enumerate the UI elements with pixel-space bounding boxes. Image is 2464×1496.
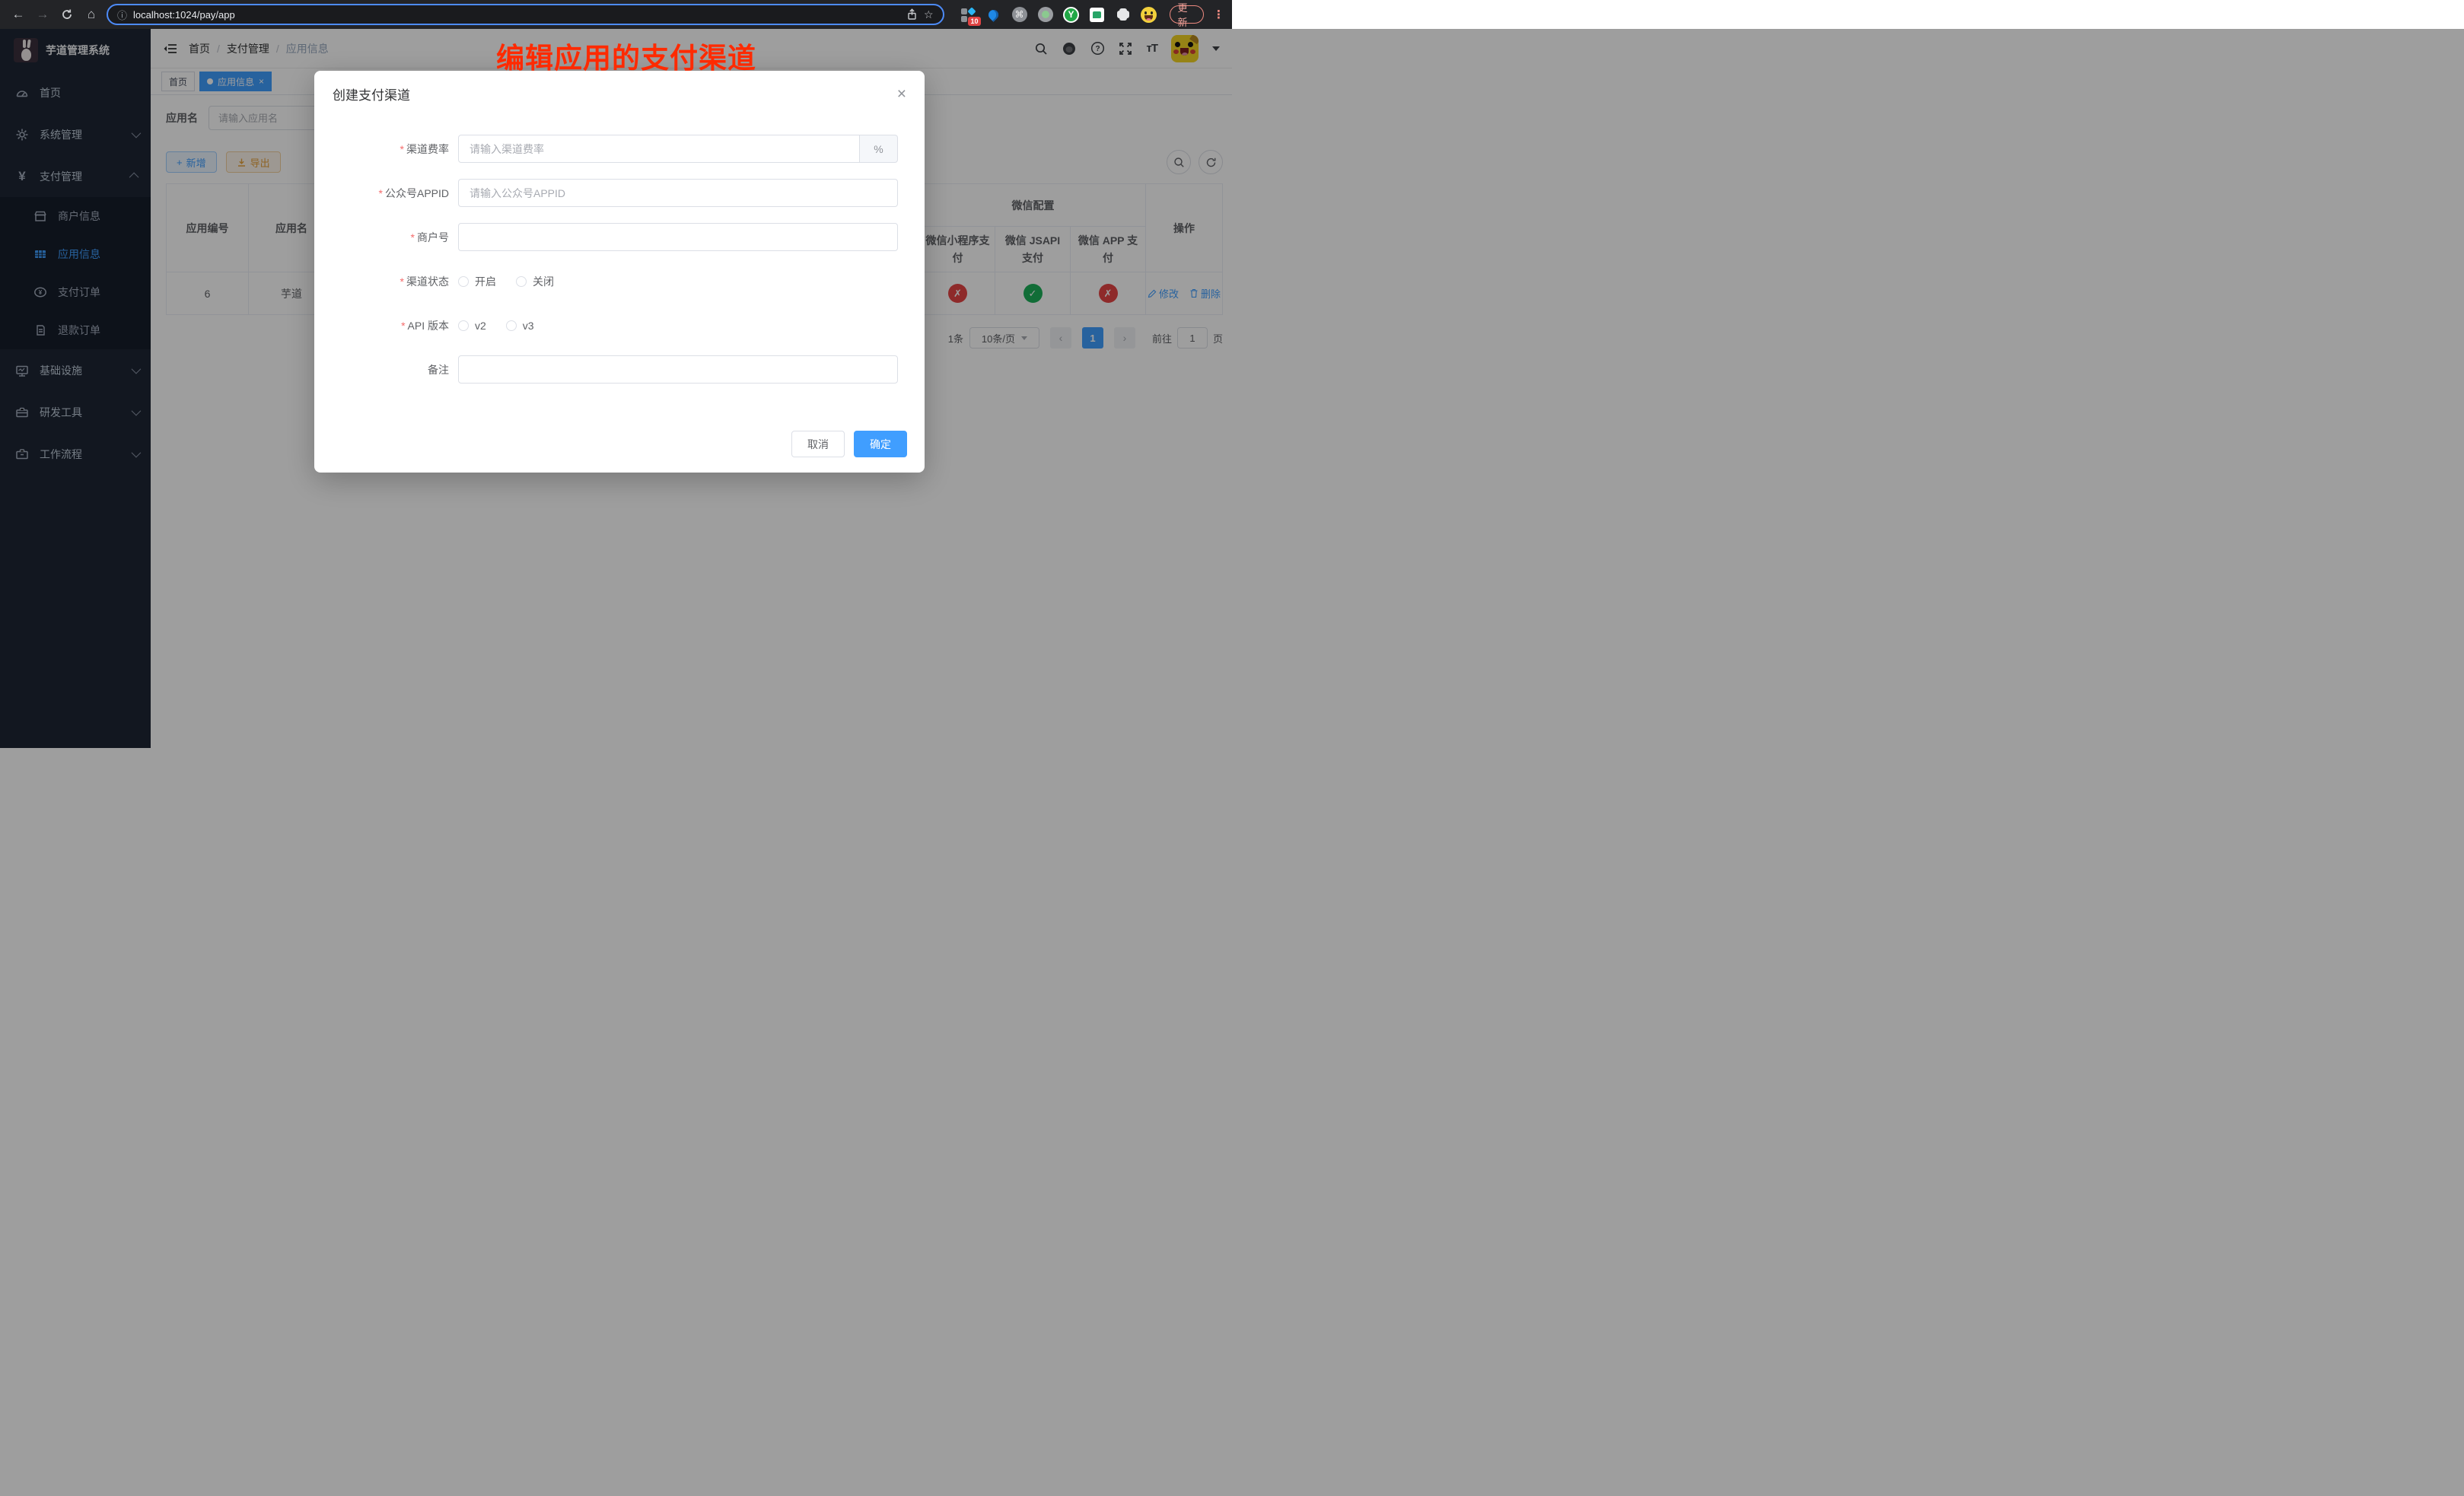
- cancel-button[interactable]: 取消: [791, 431, 845, 457]
- create-payment-channel-dialog: 创建支付渠道 × *渠道费率 % *公众号APPID *商户号: [314, 71, 925, 473]
- appid-input[interactable]: [458, 179, 898, 207]
- extension-kite-icon[interactable]: [985, 6, 1002, 23]
- extension-command-icon[interactable]: ⌘: [1011, 6, 1028, 23]
- browser-forward-button[interactable]: →: [32, 4, 53, 25]
- bookmark-star-icon[interactable]: ☆: [924, 8, 934, 21]
- address-bar[interactable]: ⓘ localhost:1024/pay/app ☆: [107, 4, 944, 25]
- form-row-appid: *公众号APPID: [333, 179, 907, 207]
- radio-icon: [506, 320, 517, 331]
- form-row-api-version: *API 版本 v2 v3: [333, 311, 907, 339]
- remark-label: 备注: [333, 362, 458, 377]
- annotation-text: 编辑应用的支付渠道: [496, 35, 756, 76]
- browser-toolbar: ← → ⌂ ⓘ localhost:1024/pay/app ☆ 10 ⌘ Y …: [0, 0, 1232, 29]
- extension-recorder-icon[interactable]: [1037, 6, 1054, 23]
- extension-y-icon[interactable]: Y: [1063, 6, 1080, 23]
- radio-status-enabled[interactable]: 开启: [458, 274, 496, 289]
- dialog-close-icon[interactable]: ×: [897, 86, 906, 102]
- browser-update-button[interactable]: 更新: [1170, 5, 1205, 24]
- form-row-remark: 备注: [333, 355, 907, 384]
- merchant-no-input[interactable]: [458, 223, 898, 251]
- share-icon[interactable]: [906, 8, 918, 21]
- extension-tabs-icon[interactable]: 10: [960, 6, 976, 23]
- browser-reload-button[interactable]: [56, 4, 78, 25]
- extension-strip: 10 ⌘ Y: [960, 6, 1157, 23]
- form-row-channel-rate: *渠道费率 %: [333, 135, 907, 163]
- dialog-title: 创建支付渠道: [333, 84, 410, 103]
- merchant-no-label: *商户号: [333, 230, 458, 245]
- url-text[interactable]: localhost:1024/pay/app: [133, 9, 900, 21]
- extension-chat-icon[interactable]: [1089, 6, 1106, 23]
- remark-input[interactable]: [458, 355, 898, 384]
- confirm-button[interactable]: 确定: [854, 431, 907, 457]
- radio-status-disabled[interactable]: 关闭: [516, 274, 554, 289]
- reload-icon: [61, 8, 73, 21]
- browser-menu-icon[interactable]: ⋮: [1213, 8, 1224, 21]
- browser-home-button[interactable]: ⌂: [81, 4, 102, 25]
- extension-emoji-icon[interactable]: [1141, 6, 1157, 23]
- browser-back-button[interactable]: ←: [8, 4, 29, 25]
- form-row-merchant-no: *商户号: [333, 223, 907, 251]
- channel-rate-label: *渠道费率: [333, 142, 458, 157]
- channel-status-label: *渠道状态: [333, 274, 458, 289]
- extension-puzzle-icon[interactable]: [1115, 6, 1132, 23]
- extension-badge: 10: [968, 17, 980, 26]
- form-row-channel-status: *渠道状态 开启 关闭: [333, 267, 907, 295]
- channel-rate-input[interactable]: [458, 135, 860, 163]
- radio-icon: [458, 320, 469, 331]
- radio-api-v3[interactable]: v3: [506, 320, 534, 332]
- percent-suffix: %: [860, 135, 898, 163]
- radio-api-v2[interactable]: v2: [458, 320, 486, 332]
- appid-label: *公众号APPID: [333, 186, 458, 201]
- api-version-label: *API 版本: [333, 318, 458, 333]
- radio-icon: [458, 276, 469, 287]
- radio-icon: [516, 276, 527, 287]
- site-info-icon[interactable]: ⓘ: [117, 8, 127, 22]
